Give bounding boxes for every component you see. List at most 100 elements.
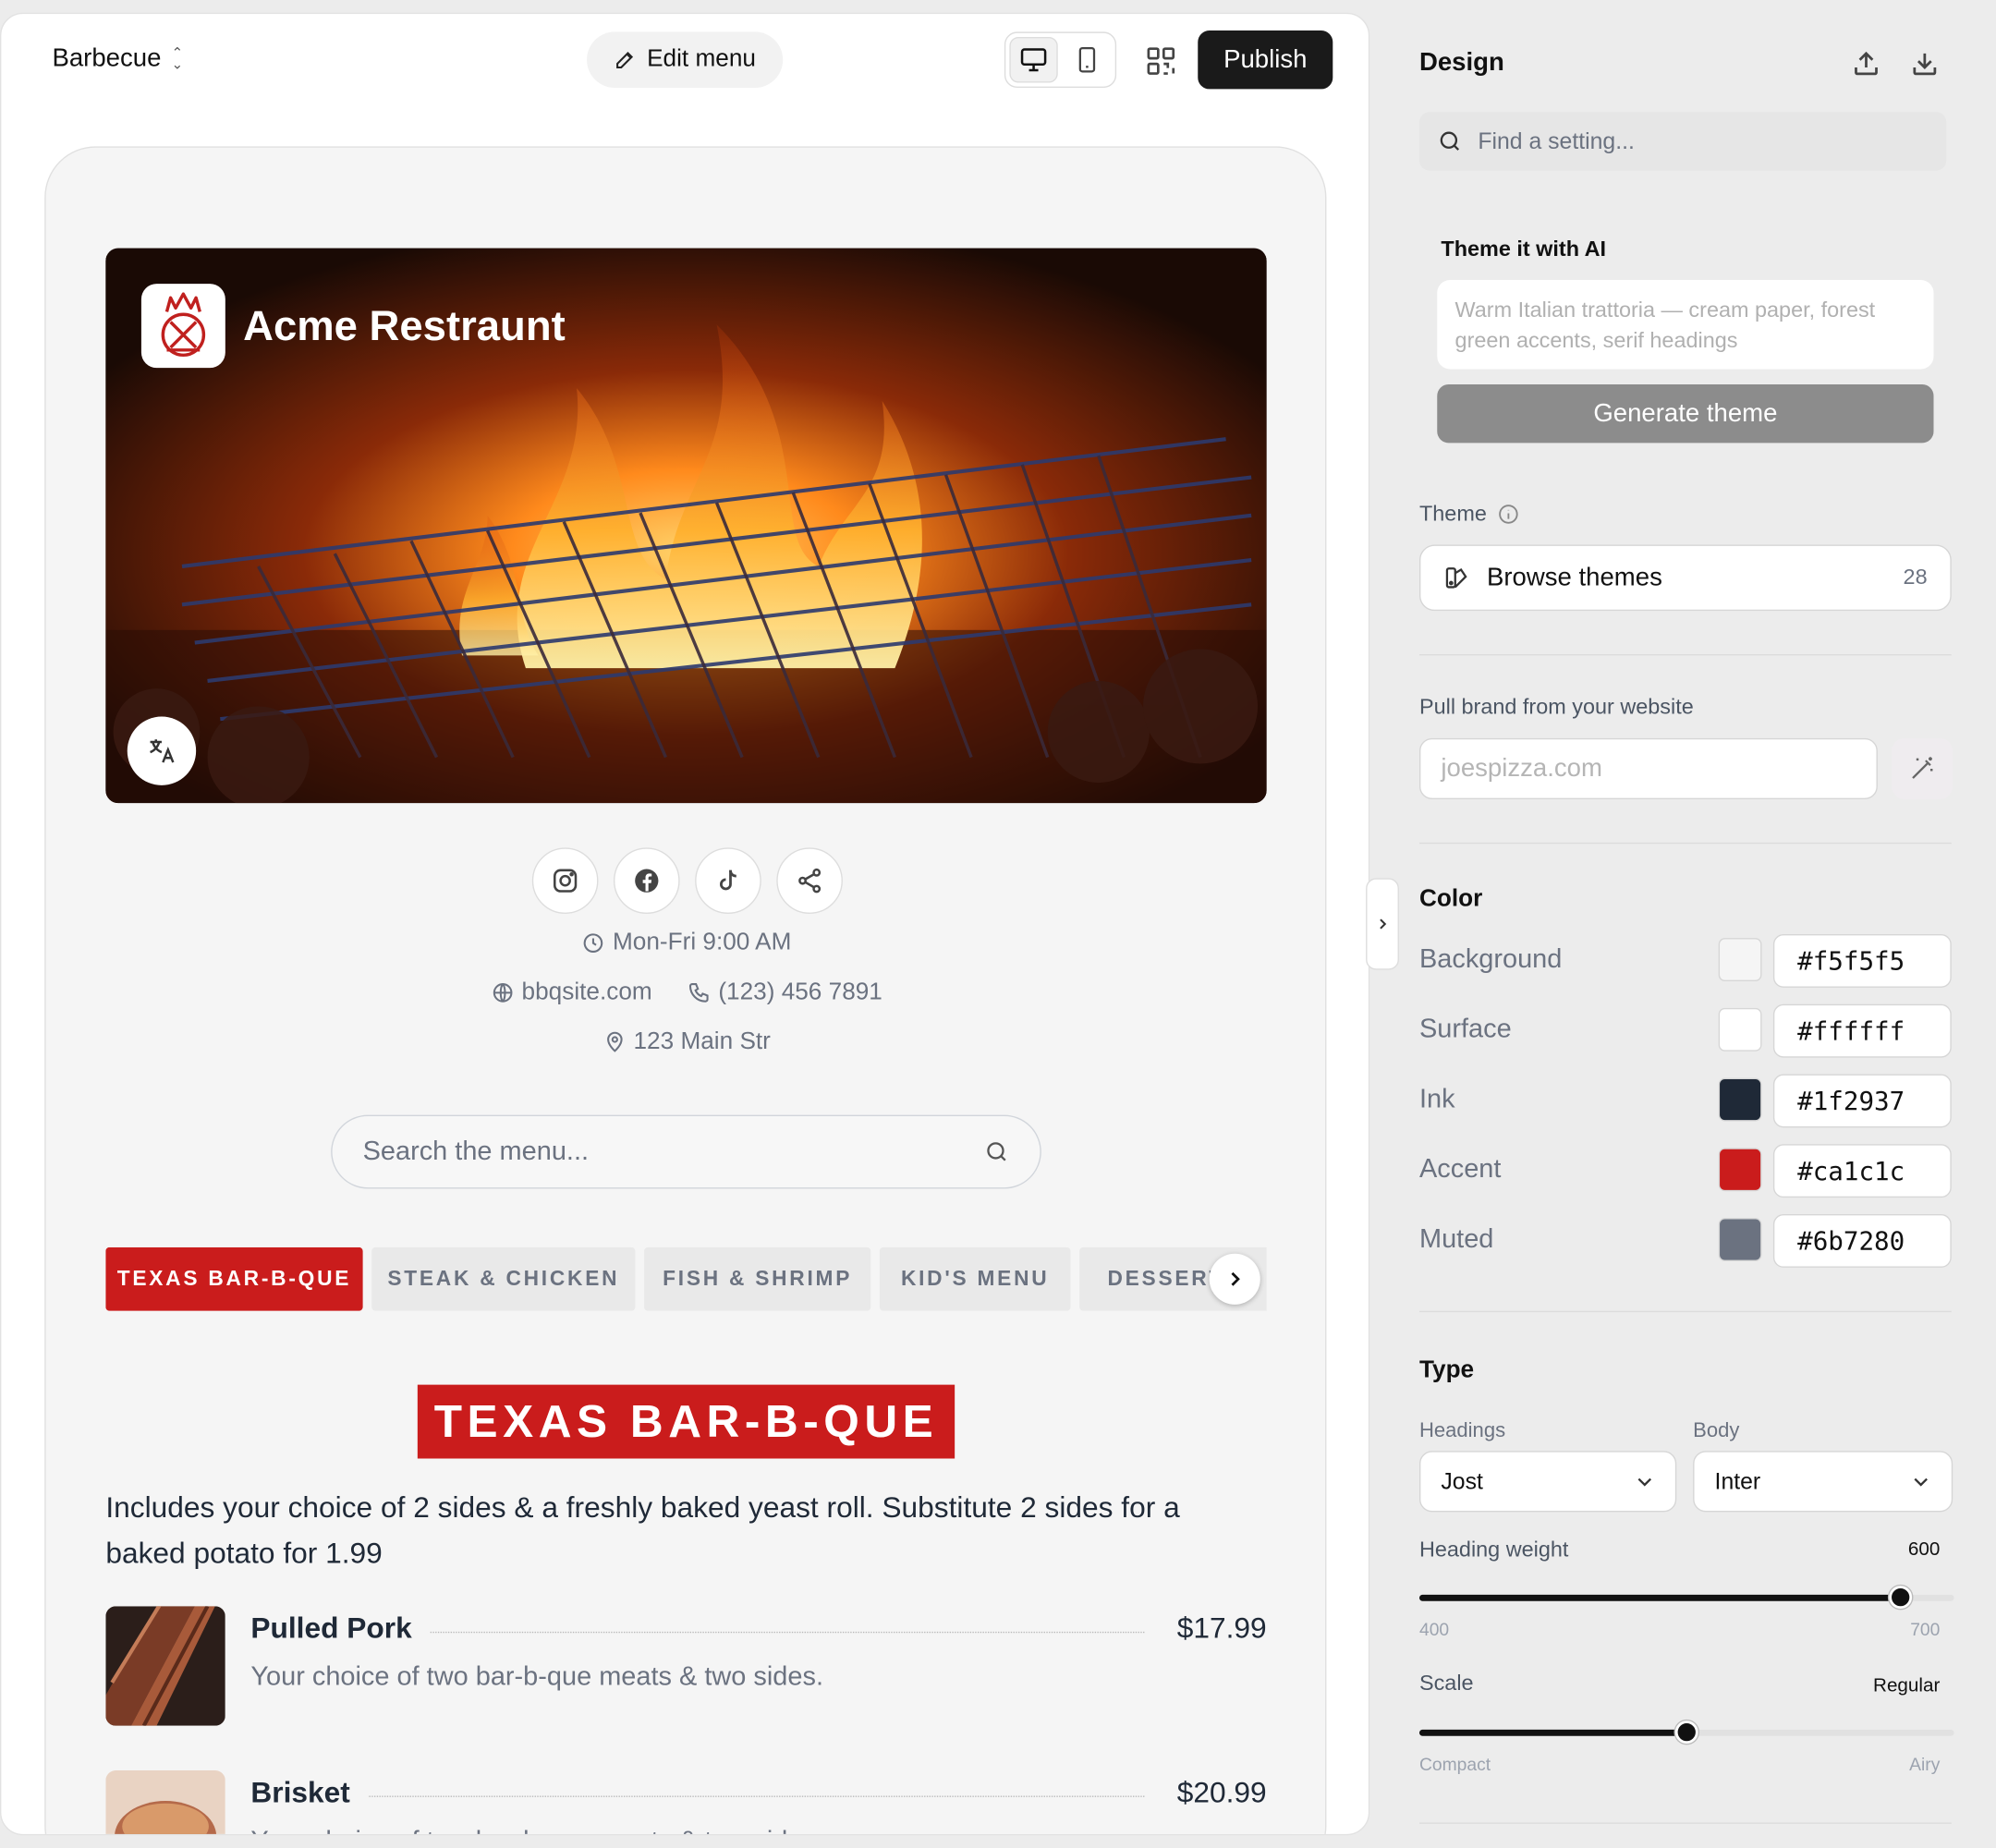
desktop-view-button[interactable] <box>1009 36 1058 83</box>
project-switcher[interactable]: Barbecue ⌃ ⌄ <box>52 44 183 74</box>
translate-icon <box>150 739 175 763</box>
menu-item-price: $20.99 <box>1159 1775 1267 1810</box>
ai-theme-prompt-input[interactable]: Warm Italian trattoria — cream paper, fo… <box>1437 280 1934 370</box>
editor-canvas: Barbecue ⌃ ⌄ Edit menu Publish Acme Rest… <box>0 12 1370 1836</box>
brand-url-input[interactable]: joespizza.com <box>1418 737 1878 800</box>
menu-item-price: $17.99 <box>1159 1611 1267 1646</box>
color-label: Background <box>1418 944 1563 974</box>
menu-item[interactable]: Pulled Pork $17.99 Your choice of two ba… <box>105 1606 1267 1726</box>
color-hex-input[interactable]: #ffffff <box>1772 1003 1952 1058</box>
tabs-scroll-right-button[interactable] <box>1209 1253 1260 1305</box>
magic-wand-icon <box>1912 757 1933 779</box>
color-row-accent: Accent #ca1c1c <box>1419 1144 1952 1198</box>
publish-button[interactable]: Publish <box>1198 30 1333 90</box>
slider-handle[interactable] <box>1889 1586 1913 1610</box>
tab-texas-bar-b-que[interactable]: TEXAS BAR-B-QUE <box>105 1246 363 1311</box>
browse-themes-label: Browse themes <box>1486 563 1662 591</box>
settings-search-input[interactable]: Find a setting... <box>1418 112 1947 171</box>
menu-item-description: Your choice of two bar-b-que meats & two… <box>250 1827 823 1834</box>
facebook-link[interactable] <box>613 847 680 914</box>
divider <box>1418 653 1952 656</box>
menu-search-input[interactable]: Search the menu... <box>331 1114 1041 1189</box>
headings-font-label: Headings <box>1418 1420 1506 1442</box>
scale-value: Regular <box>1873 1674 1941 1697</box>
color-section-title: Color <box>1418 885 1483 913</box>
divider <box>1418 1822 1952 1824</box>
menu-item[interactable]: Brisket $20.99 Your choice of two bar-b-… <box>105 1769 1267 1834</box>
clock-icon <box>583 933 603 953</box>
tiktok-link[interactable] <box>695 847 761 914</box>
address-link[interactable]: 123 Main Str <box>634 1028 771 1056</box>
restaurant-name: Acme Restraunt <box>243 301 566 349</box>
edit-menu-button[interactable]: Edit menu <box>587 31 784 89</box>
color-swatch[interactable] <box>1718 1148 1762 1192</box>
mobile-icon <box>1078 46 1096 73</box>
browse-themes-button[interactable]: Browse themes 28 <box>1418 544 1952 612</box>
phone-icon <box>689 983 709 1003</box>
body-font-label: Body <box>1693 1420 1740 1442</box>
website-link[interactable]: bbqsite.com <box>522 979 652 1006</box>
body-font-select[interactable]: Inter <box>1693 1451 1953 1513</box>
address-row: 123 Main Str <box>46 1028 1325 1056</box>
menu-item-name: Brisket <box>250 1775 369 1810</box>
scale-max-label: Airy <box>1909 1754 1941 1775</box>
chevron-right-icon <box>1380 918 1387 930</box>
share-link[interactable] <box>776 847 843 914</box>
color-hex-input[interactable]: #6b7280 <box>1772 1214 1952 1268</box>
chevron-up-down-icon: ⌃ ⌄ <box>171 44 184 72</box>
instagram-link[interactable] <box>531 847 599 914</box>
tab-kids-menu[interactable]: KID'S MENU <box>879 1246 1071 1311</box>
color-hex-input[interactable]: #ca1c1c <box>1772 1144 1952 1198</box>
slider-handle[interactable] <box>1674 1720 1698 1745</box>
price-leader <box>258 1795 1145 1797</box>
tab-steak-chicken[interactable]: STEAK & CHICKEN <box>371 1246 636 1311</box>
phone-link[interactable]: (123) 456 7891 <box>718 979 882 1006</box>
headings-font-select[interactable]: Jost <box>1418 1451 1677 1513</box>
collapse-panel-button[interactable] <box>1366 878 1399 970</box>
search-icon <box>987 1142 1006 1161</box>
color-swatch[interactable] <box>1718 1007 1762 1052</box>
menu-item-name: Pulled Pork <box>250 1611 430 1646</box>
color-label: Ink <box>1418 1084 1455 1114</box>
tab-fish-shrimp[interactable]: FISH & SHRIMP <box>644 1246 871 1311</box>
color-swatch[interactable] <box>1718 1218 1762 1262</box>
pull-brand-button[interactable] <box>1892 737 1953 800</box>
color-swatch[interactable] <box>1718 938 1762 981</box>
download-icon[interactable] <box>1909 48 1940 79</box>
design-panel: Design Find a setting... Theme it with A… <box>1388 0 1984 1848</box>
hours-text: Mon-Fri 9:00 AM <box>612 929 792 956</box>
generate-theme-button[interactable]: Generate theme <box>1437 383 1934 444</box>
edit-menu-label: Edit menu <box>647 45 756 73</box>
app-root: Barbecue ⌃ ⌄ Edit menu Publish Acme Rest… <box>0 0 1996 1848</box>
map-pin-icon <box>606 1031 623 1052</box>
theme-count: 28 <box>1903 565 1928 590</box>
color-label: Surface <box>1418 1014 1512 1044</box>
hours-row: Mon-Fri 9:00 AM <box>46 929 1325 957</box>
color-hex-input[interactable]: #f5f5f5 <box>1772 934 1952 988</box>
info-icon[interactable] <box>1497 503 1520 526</box>
section-description: Includes your choice of 2 sides & a fres… <box>105 1489 1180 1570</box>
menu-item-description: Your choice of two bar-b-que meats & two… <box>250 1661 823 1692</box>
mobile-view-button[interactable] <box>1063 37 1111 83</box>
section-title: TEXAS BAR-B-QUE <box>417 1384 955 1459</box>
slider-fill <box>1418 1594 1901 1601</box>
color-row-ink: Ink #1f2937 <box>1418 1074 1952 1128</box>
color-hex-input[interactable]: #1f2937 <box>1772 1074 1952 1128</box>
theme-label-row: Theme <box>1419 502 1520 528</box>
chevron-down-icon <box>1637 1477 1652 1487</box>
qr-code-icon[interactable] <box>1144 44 1177 78</box>
brand-label: Pull brand from your website <box>1418 695 1694 720</box>
color-swatch[interactable] <box>1718 1077 1762 1122</box>
category-tabs: TEXAS BAR-B-QUE STEAK & CHICKEN FISH & S… <box>105 1246 1267 1311</box>
heading-weight-slider[interactable] <box>1418 1583 1954 1613</box>
scale-slider[interactable] <box>1418 1719 1954 1749</box>
scale-min-label: Compact <box>1418 1754 1491 1775</box>
upload-icon[interactable] <box>1851 48 1881 79</box>
panel-title: Design <box>1418 48 1504 77</box>
type-section-title: Type <box>1418 1356 1475 1384</box>
translate-button[interactable] <box>127 716 197 785</box>
desktop-icon <box>1020 48 1047 72</box>
color-row-muted: Muted #6b7280 <box>1419 1214 1952 1268</box>
project-name: Barbecue <box>52 44 162 73</box>
divider <box>1418 1310 1952 1313</box>
